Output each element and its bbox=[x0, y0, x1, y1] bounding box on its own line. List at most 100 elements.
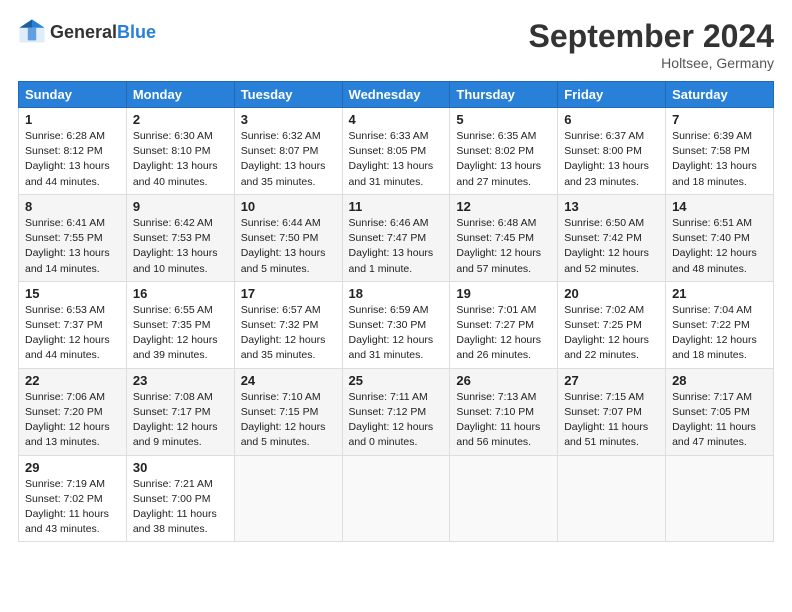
sunset: Sunset: 7:30 PM bbox=[349, 319, 427, 331]
daylight: Daylight: 13 hours and 35 minutes. bbox=[241, 160, 326, 187]
day-info: Sunrise: 7:02 AMSunset: 7:25 PMDaylight:… bbox=[564, 303, 659, 364]
logo-general: General bbox=[50, 22, 117, 42]
table-row: 18 Sunrise: 6:59 AMSunset: 7:30 PMDayligh… bbox=[342, 281, 450, 368]
sunrise: Sunrise: 7:10 AM bbox=[241, 391, 321, 403]
day-number: 2 bbox=[133, 112, 228, 127]
sunset: Sunset: 7:55 PM bbox=[25, 232, 103, 244]
sunset: Sunset: 7:17 PM bbox=[133, 406, 211, 418]
table-row: 1Sunrise: 6:28 AMSunset: 8:12 PMDaylight… bbox=[19, 108, 127, 195]
table-row: 10Sunrise: 6:44 AMSunset: 7:50 PMDayligh… bbox=[234, 194, 342, 281]
sunset: Sunset: 7:10 PM bbox=[456, 406, 534, 418]
day-info: Sunrise: 7:21 AMSunset: 7:00 PMDaylight:… bbox=[133, 477, 228, 538]
page-header: GeneralBlue September 2024 Holtsee, Germ… bbox=[18, 18, 774, 71]
col-wednesday: Wednesday bbox=[342, 82, 450, 108]
sunset: Sunset: 7:00 PM bbox=[133, 493, 211, 505]
table-row: 3Sunrise: 6:32 AMSunset: 8:07 PMDaylight… bbox=[234, 108, 342, 195]
daylight: Daylight: 12 hours and 31 minutes. bbox=[349, 334, 434, 361]
table-row: 4Sunrise: 6:33 AMSunset: 8:05 PMDaylight… bbox=[342, 108, 450, 195]
daylight: Daylight: 13 hours and 27 minutes. bbox=[456, 160, 541, 187]
sunrise: Sunrise: 6:39 AM bbox=[672, 130, 752, 142]
calendar-page: GeneralBlue September 2024 Holtsee, Germ… bbox=[0, 0, 792, 612]
day-info: Sunrise: 7:04 AMSunset: 7:22 PMDaylight:… bbox=[672, 303, 767, 364]
sunset: Sunset: 8:12 PM bbox=[25, 145, 103, 157]
sunset: Sunset: 7:05 PM bbox=[672, 406, 750, 418]
day-number: 9 bbox=[133, 199, 228, 214]
daylight: Daylight: 12 hours and 26 minutes. bbox=[456, 334, 541, 361]
day-info: Sunrise: 7:01 AMSunset: 7:27 PMDaylight:… bbox=[456, 303, 551, 364]
sunrise: Sunrise: 7:17 AM bbox=[672, 391, 752, 403]
day-info: Sunrise: 6:42 AMSunset: 7:53 PMDaylight:… bbox=[133, 216, 228, 277]
daylight: Daylight: 12 hours and 39 minutes. bbox=[133, 334, 218, 361]
sunrise: Sunrise: 7:21 AM bbox=[133, 478, 213, 490]
col-thursday: Thursday bbox=[450, 82, 558, 108]
sunrise: Sunrise: 7:13 AM bbox=[456, 391, 536, 403]
table-row: 13Sunrise: 6:50 AMSunset: 7:42 PMDayligh… bbox=[558, 194, 666, 281]
logo: GeneralBlue bbox=[18, 18, 156, 46]
day-info: Sunrise: 6:50 AMSunset: 7:42 PMDaylight:… bbox=[564, 216, 659, 277]
sunset: Sunset: 7:22 PM bbox=[672, 319, 750, 331]
day-info: Sunrise: 6:37 AMSunset: 8:00 PMDaylight:… bbox=[564, 129, 659, 190]
sunrise: Sunrise: 6:51 AM bbox=[672, 217, 752, 229]
day-info: Sunrise: 6:59 AMSunset: 7:30 PMDaylight:… bbox=[349, 303, 444, 364]
day-number: 11 bbox=[349, 199, 444, 214]
table-row bbox=[234, 455, 342, 542]
logo-text: GeneralBlue bbox=[50, 22, 156, 43]
table-row: 19Sunrise: 7:01 AMSunset: 7:27 PMDayligh… bbox=[450, 281, 558, 368]
day-info: Sunrise: 7:11 AMSunset: 7:12 PMDaylight:… bbox=[349, 390, 444, 451]
day-number: 14 bbox=[672, 199, 767, 214]
col-friday: Friday bbox=[558, 82, 666, 108]
sunrise: Sunrise: 6:50 AM bbox=[564, 217, 644, 229]
table-row: 27Sunrise: 7:15 AMSunset: 7:07 PMDayligh… bbox=[558, 368, 666, 455]
day-info: Sunrise: 6:35 AMSunset: 8:02 PMDaylight:… bbox=[456, 129, 551, 190]
daylight: Daylight: 13 hours and 40 minutes. bbox=[133, 160, 218, 187]
sunrise: Sunrise: 7:11 AM bbox=[349, 391, 428, 403]
daylight: Daylight: 13 hours and 44 minutes. bbox=[25, 160, 110, 187]
table-row: 20Sunrise: 7:02 AMSunset: 7:25 PMDayligh… bbox=[558, 281, 666, 368]
sunset: Sunset: 7:47 PM bbox=[349, 232, 427, 244]
table-row: 17Sunrise: 6:57 AMSunset: 7:32 PMDayligh… bbox=[234, 281, 342, 368]
calendar-week-1: 1Sunrise: 6:28 AMSunset: 8:12 PMDaylight… bbox=[19, 108, 774, 195]
col-tuesday: Tuesday bbox=[234, 82, 342, 108]
table-row: 6Sunrise: 6:37 AMSunset: 8:00 PMDaylight… bbox=[558, 108, 666, 195]
sunset: Sunset: 7:02 PM bbox=[25, 493, 103, 505]
daylight: Daylight: 13 hours and 5 minutes. bbox=[241, 247, 326, 274]
sunrise: Sunrise: 6:32 AM bbox=[241, 130, 321, 142]
day-info: Sunrise: 7:15 AMSunset: 7:07 PMDaylight:… bbox=[564, 390, 659, 451]
calendar-week-2: 8Sunrise: 6:41 AMSunset: 7:55 PMDaylight… bbox=[19, 194, 774, 281]
day-number: 26 bbox=[456, 373, 551, 388]
day-info: Sunrise: 6:51 AMSunset: 7:40 PMDaylight:… bbox=[672, 216, 767, 277]
day-number: 22 bbox=[25, 373, 120, 388]
logo-icon bbox=[18, 18, 46, 46]
day-number: 29 bbox=[25, 460, 120, 475]
table-row: 16Sunrise: 6:55 AMSunset: 7:35 PMDayligh… bbox=[126, 281, 234, 368]
daylight: Daylight: 12 hours and 22 minutes. bbox=[564, 334, 649, 361]
sunrise: Sunrise: 6:28 AM bbox=[25, 130, 105, 142]
sunrise: Sunrise: 7:15 AM bbox=[564, 391, 644, 403]
day-number: 17 bbox=[241, 286, 336, 301]
sunrise: Sunrise: 7:19 AM bbox=[25, 478, 105, 490]
daylight: Daylight: 12 hours and 35 minutes. bbox=[241, 334, 326, 361]
sunrise: Sunrise: 6:42 AM bbox=[133, 217, 213, 229]
sunrise: Sunrise: 6:44 AM bbox=[241, 217, 321, 229]
table-row: 21 Sunrise: 7:04 AMSunset: 7:22 PMDayligh… bbox=[666, 281, 774, 368]
table-row bbox=[450, 455, 558, 542]
day-info: Sunrise: 6:39 AMSunset: 7:58 PMDaylight:… bbox=[672, 129, 767, 190]
day-number: 21 bbox=[672, 286, 767, 301]
table-row: 15Sunrise: 6:53 AMSunset: 7:37 PMDayligh… bbox=[19, 281, 127, 368]
day-number: 3 bbox=[241, 112, 336, 127]
sunrise: Sunrise: 6:48 AM bbox=[456, 217, 536, 229]
daylight: Daylight: 12 hours and 0 minutes. bbox=[349, 421, 434, 448]
day-number: 18 bbox=[349, 286, 444, 301]
table-row: 26Sunrise: 7:13 AMSunset: 7:10 PMDayligh… bbox=[450, 368, 558, 455]
daylight: Daylight: 12 hours and 52 minutes. bbox=[564, 247, 649, 274]
table-row: 7Sunrise: 6:39 AMSunset: 7:58 PMDaylight… bbox=[666, 108, 774, 195]
sunset: Sunset: 7:15 PM bbox=[241, 406, 319, 418]
day-number: 8 bbox=[25, 199, 120, 214]
table-row: 12Sunrise: 6:48 AMSunset: 7:45 PMDayligh… bbox=[450, 194, 558, 281]
table-row: 5Sunrise: 6:35 AMSunset: 8:02 PMDaylight… bbox=[450, 108, 558, 195]
daylight: Daylight: 12 hours and 13 minutes. bbox=[25, 421, 110, 448]
daylight: Daylight: 13 hours and 14 minutes. bbox=[25, 247, 110, 274]
day-info: Sunrise: 7:08 AMSunset: 7:17 PMDaylight:… bbox=[133, 390, 228, 451]
sunset: Sunset: 7:20 PM bbox=[25, 406, 103, 418]
table-row: 9 Sunrise: 6:42 AMSunset: 7:53 PMDaylight… bbox=[126, 194, 234, 281]
